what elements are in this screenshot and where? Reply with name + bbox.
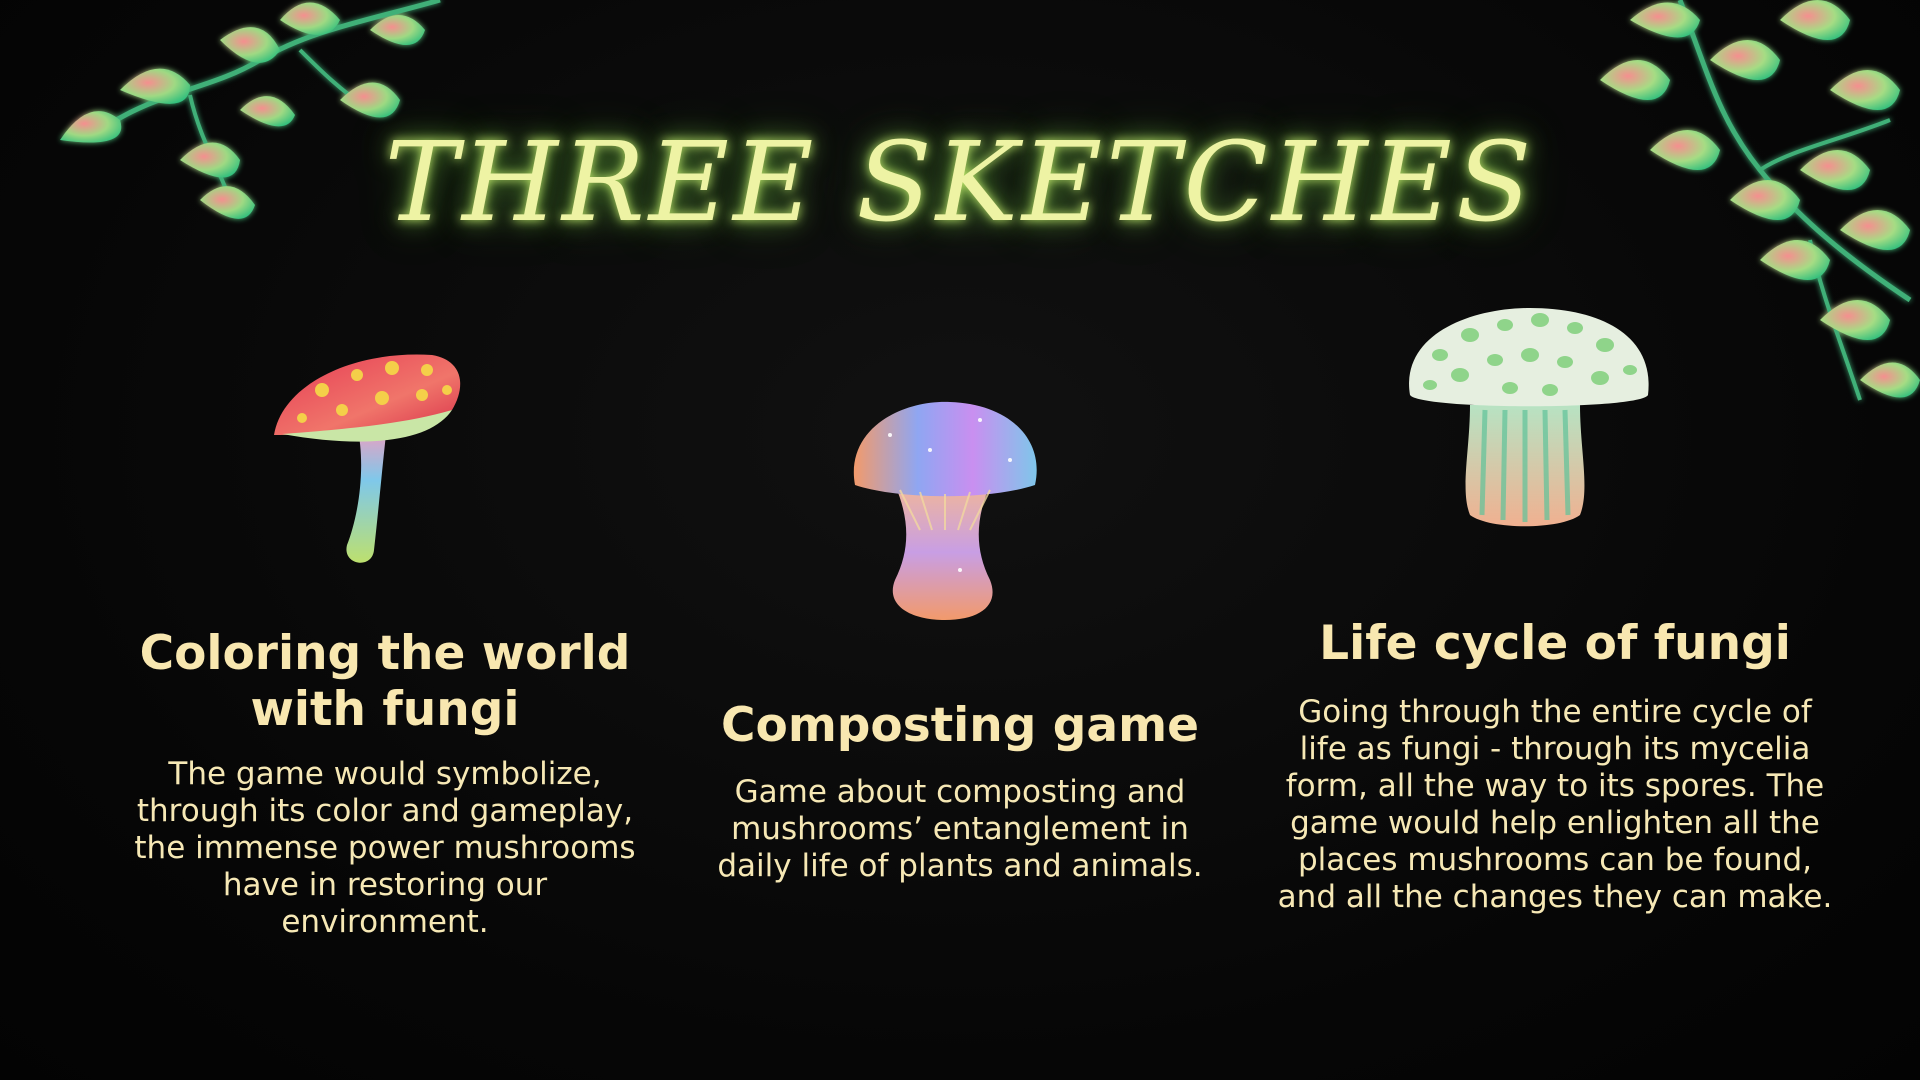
sketch-card-composting: Composting game Game about composting an… (690, 698, 1230, 885)
sketch-card-life-cycle: Life cycle of fungi Going through the en… (1270, 616, 1840, 916)
sketch-card-coloring: Coloring the world with fungi The game w… (115, 626, 655, 941)
sketch-heading: Life cycle of fungi (1319, 616, 1791, 671)
sketch-heading: Coloring the world with fungi (139, 626, 631, 737)
sketch-description: The game would symbolize, through its co… (134, 756, 636, 940)
sketch-description: Game about composting and mushrooms’ ent… (717, 774, 1203, 884)
green-spotted-mushroom-icon (1409, 308, 1649, 527)
sketch-heading: Composting game (721, 698, 1199, 753)
slide-title: THREE SKETCHES (384, 118, 1536, 246)
red-spotted-mushroom-icon (274, 354, 461, 563)
rainbow-mushroom-icon (853, 401, 1037, 620)
sketch-description: Going through the entire cycle of life a… (1277, 694, 1833, 915)
